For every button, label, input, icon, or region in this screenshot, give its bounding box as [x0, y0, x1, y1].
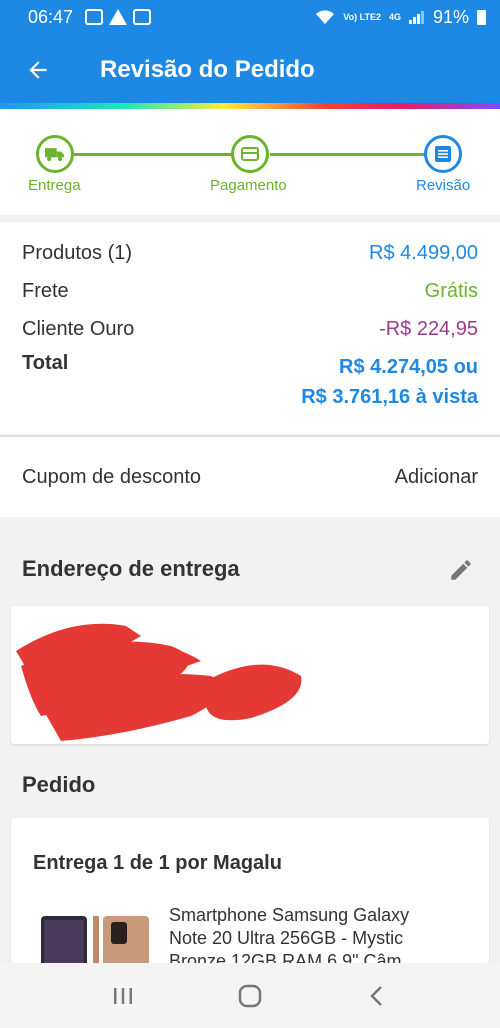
step-label-entrega: Entrega: [28, 177, 81, 194]
recent-apps-button[interactable]: [103, 976, 143, 1016]
list-icon: [435, 146, 451, 162]
edit-pencil-icon[interactable]: [444, 553, 478, 587]
gold-client-label: Cliente Ouro: [22, 317, 135, 340]
total-value: R$ 4.274,05 ou: [339, 356, 478, 378]
total-cash-value: R$ 3.761,16 à vista: [301, 386, 478, 408]
delivery-title: Entrega 1 de 1 por Magalu: [33, 852, 282, 874]
step-pagamento[interactable]: [231, 135, 269, 173]
gold-client-discount: -R$ 224,95: [379, 317, 478, 340]
shipping-label: Frete: [22, 279, 69, 302]
redaction-scribble: [16, 623, 302, 741]
battery-percent: 91%: [432, 6, 469, 27]
card-icon: [241, 147, 259, 161]
shipping-value: Grátis: [424, 279, 478, 302]
wifi-icon: [316, 10, 335, 24]
system-nav-bar: [0, 963, 500, 1028]
step-label-revisao: Revisão: [416, 177, 471, 194]
page-title: Revisão do Pedido: [100, 56, 315, 83]
add-coupon-button[interactable]: Adicionar: [395, 466, 478, 489]
home-button[interactable]: [230, 976, 270, 1016]
network-4g-label: 4G: [388, 11, 401, 22]
order-card: Entrega 1 de 1 por Magalu Smartphone Sam…: [11, 818, 489, 963]
gold-client-row: Cliente Ouro -R$ 224,95: [22, 310, 478, 348]
back-chevron-icon: [369, 985, 382, 1006]
step-connector: [74, 153, 234, 156]
lte-label: Vo) LTE2: [343, 11, 381, 22]
truck-icon: [45, 148, 65, 162]
total-row: Total R$ 4.274,05 ou R$ 3.761,16 à vista: [22, 352, 478, 412]
shipping-row: Frete Grátis: [22, 272, 478, 310]
step-label-pagamento: Pagamento: [210, 177, 287, 194]
address-card[interactable]: [11, 606, 489, 744]
checkout-stepper: Entrega Pagamento Revisão: [0, 109, 500, 215]
total-label: Total: [22, 352, 69, 374]
recent-apps-icon: [114, 987, 133, 1004]
signal-icon: [408, 11, 424, 24]
coupon-row[interactable]: Cupom de desconto Adicionar: [0, 437, 500, 517]
home-icon: [238, 984, 262, 1007]
screenshot-icon: [133, 9, 152, 25]
back-button[interactable]: [357, 976, 397, 1016]
order-summary: Produtos (1) R$ 4.499,00 Frete Grátis Cl…: [0, 222, 500, 434]
product-name[interactable]: Smartphone Samsung Galaxy Note 20 Ultra …: [169, 904, 449, 963]
products-label: Produtos (1): [22, 241, 133, 264]
back-arrow-icon[interactable]: [0, 34, 76, 106]
step-entrega[interactable]: [36, 135, 74, 173]
coupon-label: Cupom de desconto: [22, 465, 202, 488]
drive-icon: [109, 9, 128, 25]
products-row: Produtos (1) R$ 4.499,00: [22, 234, 478, 272]
status-bar: 06:47 Vo) LTE2 4G 91%: [0, 0, 500, 34]
app-bar: Revisão do Pedido: [0, 34, 500, 106]
order-section-title: Pedido: [22, 772, 96, 797]
step-revisao[interactable]: [424, 135, 462, 173]
clock: 06:47: [28, 6, 74, 27]
products-value: R$ 4.499,00: [369, 241, 478, 264]
battery-icon: [477, 9, 486, 25]
product-image[interactable]: [41, 914, 151, 963]
address-section-title: Endereço de entrega: [22, 556, 240, 581]
step-connector: [270, 153, 426, 156]
notification-icon: [85, 9, 104, 25]
